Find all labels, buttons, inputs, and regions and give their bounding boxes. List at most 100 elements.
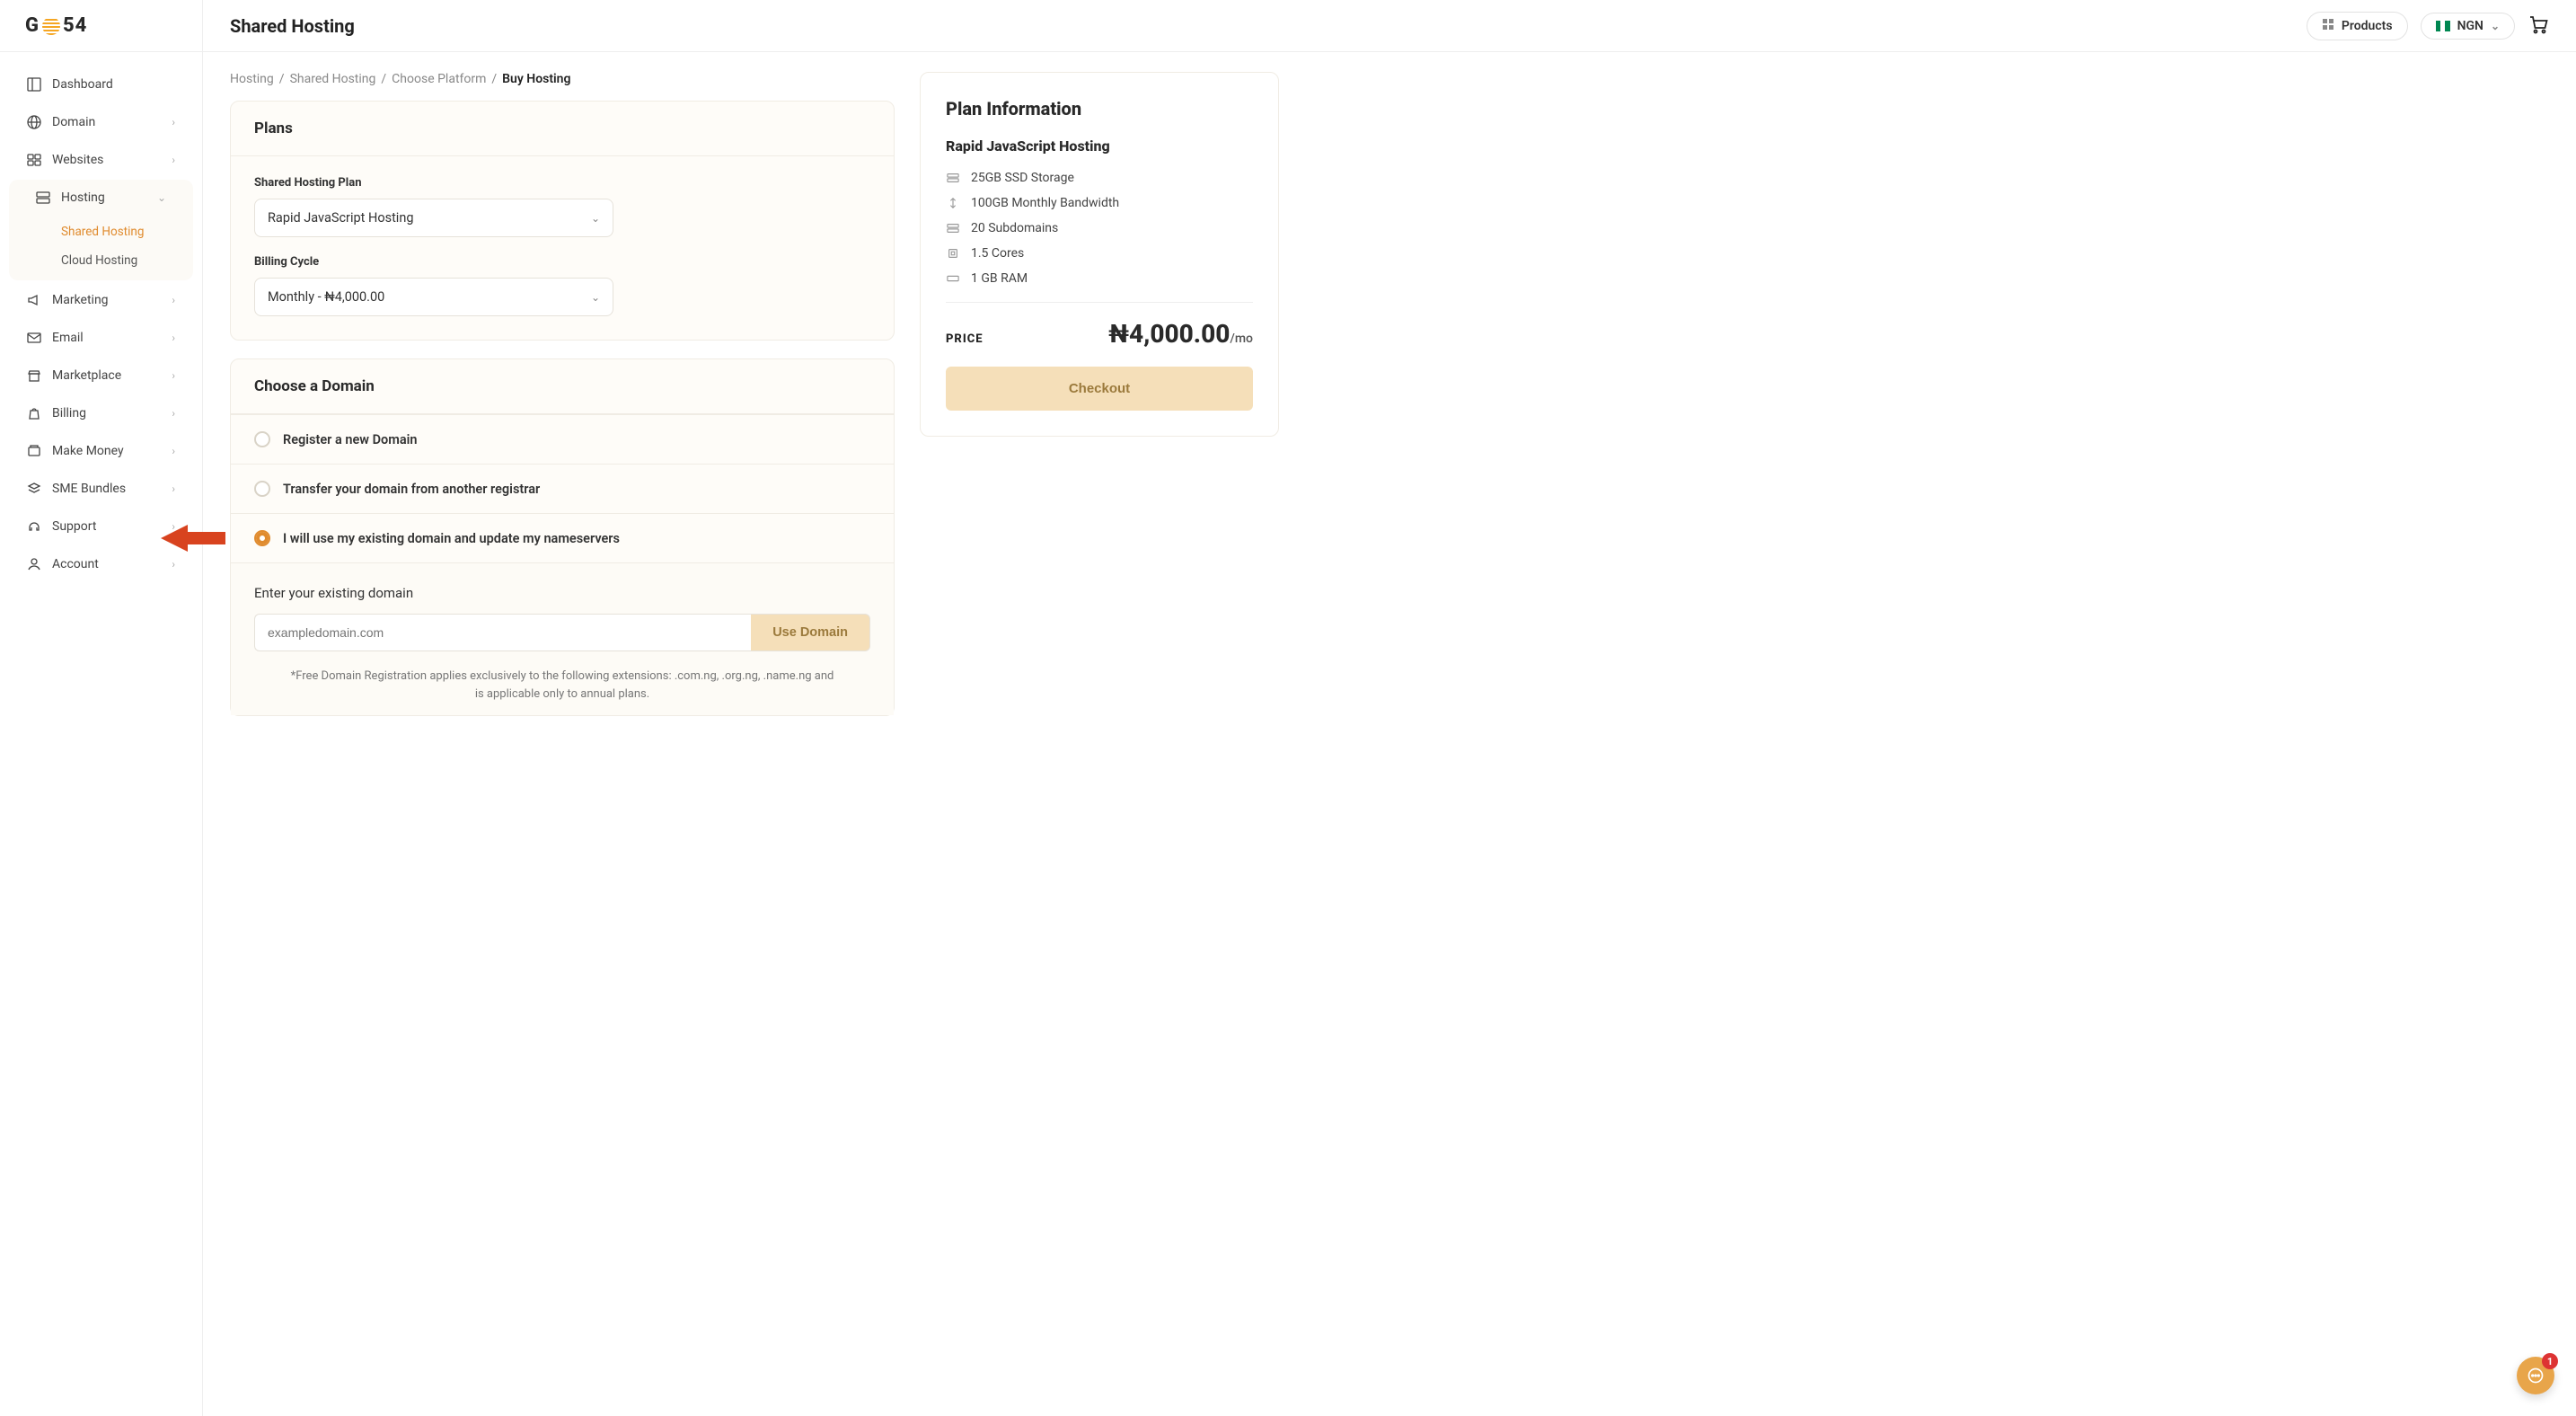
price-suffix: /mo bbox=[1230, 332, 1253, 346]
feature-text: 1.5 Cores bbox=[971, 246, 1024, 261]
dashboard-icon bbox=[27, 77, 41, 92]
products-button[interactable]: Products bbox=[2307, 12, 2408, 40]
chevron-right-icon: › bbox=[172, 332, 175, 344]
sidebar-item-label: Email bbox=[52, 331, 84, 345]
domain-option-transfer[interactable]: Transfer your domain from another regist… bbox=[231, 464, 894, 513]
breadcrumb-item[interactable]: Choose Platform bbox=[392, 72, 486, 86]
chevron-right-icon: › bbox=[172, 294, 175, 306]
domain-option-register[interactable]: Register a new Domain bbox=[231, 414, 894, 464]
user-icon bbox=[27, 557, 41, 571]
server-icon bbox=[36, 190, 50, 205]
feature-item: 20 Subdomains bbox=[946, 221, 1253, 235]
sidebar-item-marketplace[interactable]: Marketplace › bbox=[9, 358, 193, 394]
bandwidth-icon bbox=[946, 196, 960, 210]
sidebar-item-label: Make Money bbox=[52, 444, 124, 458]
sidebar-item-label: Domain bbox=[52, 115, 95, 129]
plan-select[interactable]: Rapid JavaScript Hosting ⌄ bbox=[254, 199, 613, 237]
radio-label: I will use my existing domain and update… bbox=[283, 531, 620, 546]
sidebar-item-domain[interactable]: Domain › bbox=[9, 104, 193, 140]
price-label: PRICE bbox=[946, 332, 984, 346]
cycle-select[interactable]: Monthly - ₦4,000.00 ⌄ bbox=[254, 278, 613, 316]
sidebar-item-label: Hosting bbox=[61, 190, 105, 205]
sidebar-item-label: Marketplace bbox=[52, 368, 121, 383]
feature-text: 100GB Monthly Bandwidth bbox=[971, 196, 1119, 210]
chevron-down-icon: ⌄ bbox=[591, 291, 600, 304]
nav: Dashboard Domain › Websites › bbox=[0, 52, 202, 597]
chevron-right-icon: › bbox=[172, 154, 175, 166]
divider bbox=[946, 302, 1253, 303]
sidebar-item-dashboard[interactable]: Dashboard bbox=[9, 66, 193, 102]
existing-domain-label: Enter your existing domain bbox=[254, 585, 870, 601]
cycle-select-label: Billing Cycle bbox=[254, 255, 870, 269]
domain-footnote: *Free Domain Registration applies exclus… bbox=[254, 668, 870, 703]
sites-icon bbox=[27, 153, 41, 167]
feature-text: 25GB SSD Storage bbox=[971, 171, 1074, 185]
wallet-icon bbox=[27, 444, 41, 458]
info-plan-name: Rapid JavaScript Hosting bbox=[946, 137, 1253, 155]
feature-item: 1.5 Cores bbox=[946, 246, 1253, 261]
sidebar: G 54 Dashboard Domain › bbox=[0, 0, 203, 1416]
plans-title: Plans bbox=[231, 102, 894, 156]
topbar: Shared Hosting Products NGN ⌄ bbox=[203, 0, 2576, 52]
headset-icon bbox=[27, 519, 41, 534]
sidebar-item-label: Marketing bbox=[52, 293, 109, 307]
radio-label: Register a new Domain bbox=[283, 432, 417, 447]
feature-item: 1 GB RAM bbox=[946, 271, 1253, 286]
sidebar-item-make-money[interactable]: Make Money › bbox=[9, 433, 193, 469]
chat-badge: 1 bbox=[2542, 1353, 2558, 1369]
megaphone-icon bbox=[27, 293, 41, 307]
sidebar-item-label: Dashboard bbox=[52, 77, 113, 92]
cart-button[interactable] bbox=[2527, 13, 2549, 39]
existing-domain-input[interactable] bbox=[254, 614, 751, 651]
feature-text: 1 GB RAM bbox=[971, 271, 1028, 286]
sidebar-item-label: SME Bundles bbox=[52, 482, 126, 496]
chat-fab[interactable]: 1 bbox=[2517, 1357, 2554, 1394]
logo-sun-icon bbox=[42, 17, 60, 35]
radio-icon-checked bbox=[254, 530, 270, 546]
breadcrumb-item[interactable]: Shared Hosting bbox=[290, 72, 376, 86]
chevron-right-icon: › bbox=[172, 369, 175, 382]
page-title: Shared Hosting bbox=[230, 15, 355, 37]
plan-info-panel: Plan Information Rapid JavaScript Hostin… bbox=[920, 72, 1279, 437]
breadcrumb-item[interactable]: Hosting bbox=[230, 72, 274, 86]
feature-item: 25GB SSD Storage bbox=[946, 171, 1253, 185]
use-domain-button[interactable]: Use Domain bbox=[751, 614, 870, 651]
checkout-button[interactable]: Checkout bbox=[946, 367, 1253, 411]
grid-icon bbox=[2322, 18, 2334, 34]
chevron-down-icon: ⌄ bbox=[2491, 20, 2500, 32]
layers-icon bbox=[27, 482, 41, 496]
chevron-down-icon: ⌄ bbox=[157, 191, 166, 204]
nigeria-flag-icon bbox=[2436, 21, 2450, 31]
info-title: Plan Information bbox=[946, 98, 1253, 119]
logo-prefix: G bbox=[25, 14, 40, 37]
sidebar-item-marketing[interactable]: Marketing › bbox=[9, 282, 193, 318]
products-label: Products bbox=[2342, 19, 2393, 33]
breadcrumbs: Hosting / Shared Hosting / Choose Platfo… bbox=[230, 72, 895, 86]
cycle-select-value: Monthly - ₦4,000.00 bbox=[268, 289, 384, 305]
plan-select-label: Shared Hosting Plan bbox=[254, 176, 870, 190]
sidebar-item-email[interactable]: Email › bbox=[9, 320, 193, 356]
domain-option-existing[interactable]: I will use my existing domain and update… bbox=[231, 513, 894, 562]
sidebar-item-hosting[interactable]: Hosting ⌄ bbox=[18, 180, 184, 216]
chevron-right-icon: › bbox=[172, 407, 175, 420]
domain-title: Choose a Domain bbox=[231, 359, 894, 414]
sidebar-item-websites[interactable]: Websites › bbox=[9, 142, 193, 178]
feature-item: 100GB Monthly Bandwidth bbox=[946, 196, 1253, 210]
feature-text: 20 Subdomains bbox=[971, 221, 1058, 235]
currency-selector[interactable]: NGN ⌄ bbox=[2421, 13, 2515, 40]
breadcrumb-current: Buy Hosting bbox=[502, 72, 570, 86]
sidebar-sub-label: Cloud Hosting bbox=[61, 253, 137, 268]
envelope-icon bbox=[27, 331, 41, 345]
sidebar-item-billing[interactable]: Billing › bbox=[9, 395, 193, 431]
storage-icon bbox=[946, 171, 960, 185]
price-value: ₦4,000.00 bbox=[1108, 319, 1230, 349]
logo-suffix: 54 bbox=[63, 14, 87, 37]
sidebar-item-label: Support bbox=[52, 519, 96, 534]
logo[interactable]: G 54 bbox=[0, 0, 202, 52]
subdomains-icon bbox=[946, 221, 960, 235]
sidebar-item-sme-bundles[interactable]: SME Bundles › bbox=[9, 471, 193, 507]
chevron-right-icon: › bbox=[172, 116, 175, 128]
sidebar-sub-cloud-hosting[interactable]: Cloud Hosting bbox=[18, 246, 184, 275]
sidebar-item-label: Websites bbox=[52, 153, 103, 167]
sidebar-sub-shared-hosting[interactable]: Shared Hosting bbox=[18, 217, 184, 246]
